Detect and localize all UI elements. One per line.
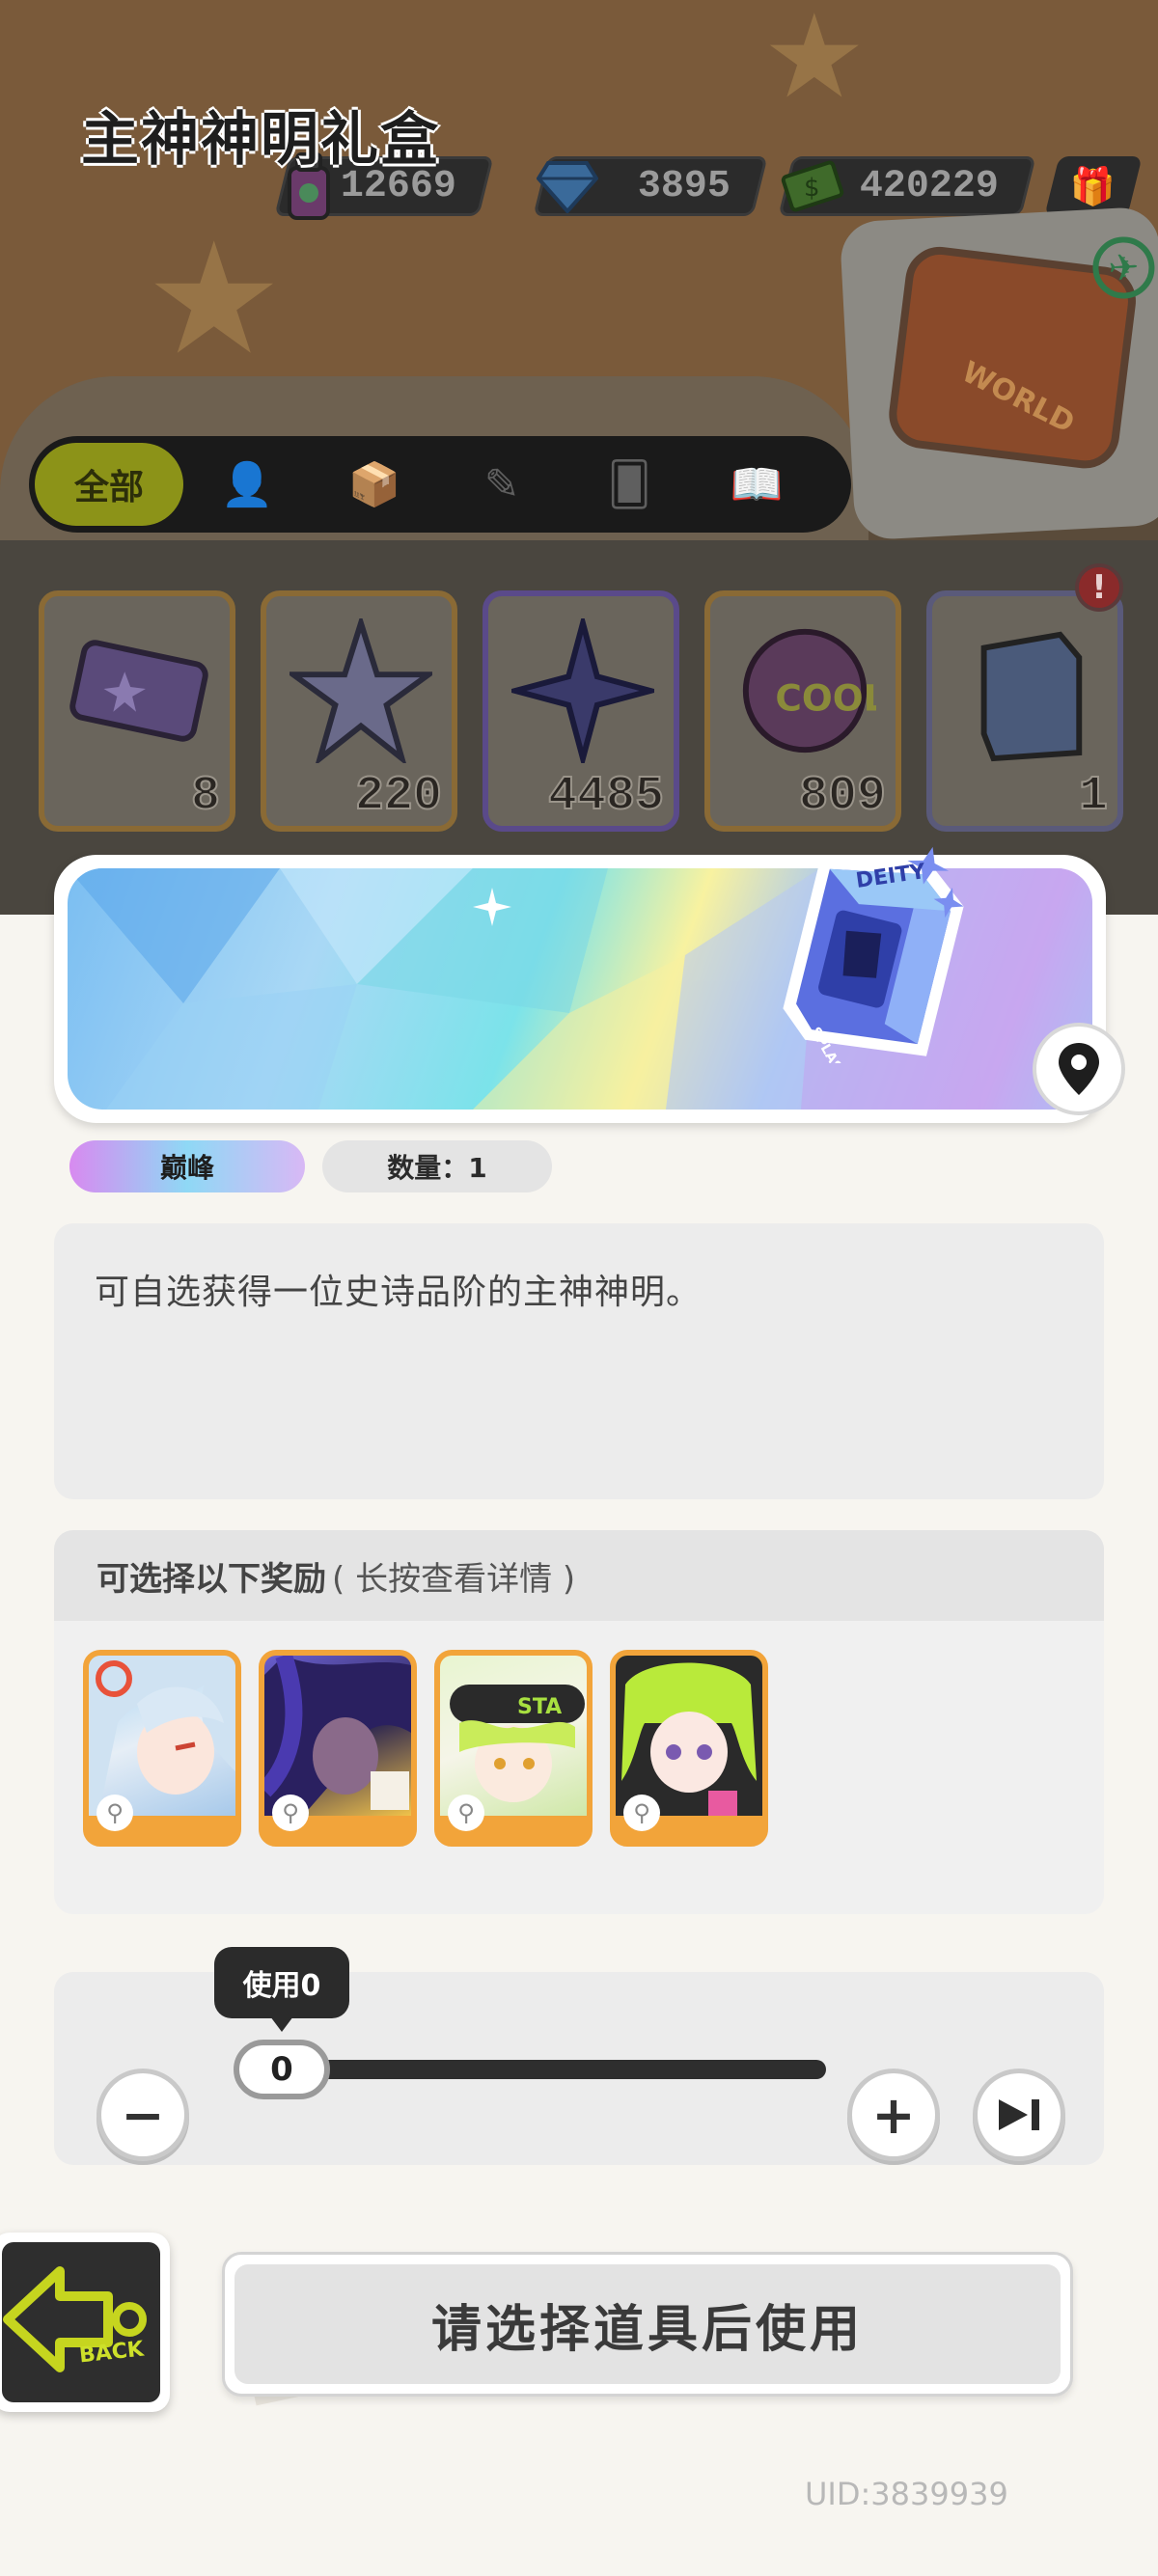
deity-box-icon: [955, 619, 1098, 762]
quantity-slider-thumb[interactable]: 0: [234, 2040, 330, 2099]
quantity-label: 数量：1: [322, 1140, 552, 1192]
inventory-item-ticket[interactable]: 8: [39, 590, 235, 832]
cool-orb-icon: COOL: [733, 619, 876, 762]
character-portrait: [89, 1656, 235, 1816]
person-icon: 👤: [220, 460, 274, 509]
key-icon: ⚲: [272, 1795, 309, 1831]
plus-icon: +: [871, 2084, 916, 2146]
rarity-badge: 巅峰: [69, 1140, 305, 1192]
reward-option-1[interactable]: ⚲: [83, 1650, 241, 1847]
quantity-slider-track[interactable]: [243, 2060, 826, 2079]
svg-text:$: $: [804, 174, 820, 203]
key-icon: ⚲: [623, 1795, 660, 1831]
svg-text:COOL: COOL: [775, 677, 876, 720]
character-portrait: [264, 1656, 411, 1816]
spray-icon: ✎: [483, 459, 520, 509]
arrow-left-icon: [3, 2266, 147, 2372]
reward-selection-panel: 可选择以下奖励 ( 长按查看详情 ) ⚲ ⚲ STA ⚲ ⚲: [54, 1530, 1104, 1914]
inventory-item-deity-box[interactable]: 1: [926, 590, 1123, 832]
tab-crates[interactable]: 📦: [311, 443, 438, 526]
inventory-item-cool-orb[interactable]: COOL 809: [704, 590, 901, 832]
crate-icon: 📦: [347, 460, 401, 509]
skip-to-end-icon: [999, 2099, 1039, 2130]
diamond-icon: [534, 148, 601, 225]
back-button-art: BACK: [2, 2242, 160, 2402]
minus-icon: −: [121, 2084, 165, 2146]
notification-badge: !: [1075, 563, 1123, 612]
reward-header: 可选择以下奖励 ( 长按查看详情 ): [54, 1530, 1104, 1621]
category-tabs: 全部 👤 📦 ✎ 🂠 📖: [29, 436, 851, 533]
reward-option-4[interactable]: ⚲: [610, 1650, 768, 1847]
character-portrait: [616, 1656, 762, 1816]
key-icon: ⚲: [96, 1795, 133, 1831]
shop-button[interactable]: 🎁: [1044, 156, 1143, 216]
key-icon: ⚲: [448, 1795, 484, 1831]
location-pin-icon: [1059, 1043, 1099, 1095]
item-title: 主神神明礼盒: [81, 106, 440, 174]
back-button[interactable]: BACK: [0, 2233, 170, 2412]
use-count-tooltip: 使用0: [214, 1947, 349, 2032]
increase-button[interactable]: +: [847, 2069, 940, 2161]
rainbow-star-icon: [290, 618, 432, 763]
world-event-card[interactable]: WORLD ✈: [839, 206, 1158, 541]
character-portrait: STA: [440, 1656, 587, 1816]
use-item-button[interactable]: 请选择道具后使用: [222, 2252, 1073, 2397]
tab-characters[interactable]: 👤: [183, 443, 311, 526]
item-description-box: 可自选获得一位史诗品阶的主神神明。: [54, 1223, 1104, 1499]
max-button[interactable]: [973, 2069, 1065, 2161]
use-item-label: 请选择道具后使用: [234, 2264, 1061, 2384]
cards-icon: 🂠: [607, 459, 651, 509]
inventory-item-purple-star[interactable]: 4485: [482, 590, 679, 832]
tab-spray[interactable]: ✎: [438, 443, 565, 526]
tab-cards[interactable]: 🂠: [565, 443, 693, 526]
cash-icon: $: [779, 148, 846, 225]
reward-title: 可选择以下奖励: [96, 1559, 326, 1599]
gift-box-icon: 🎁: [1070, 164, 1117, 207]
use-quantity-panel: − 0 +: [54, 1972, 1104, 2165]
currency-diamond[interactable]: 3895: [533, 156, 768, 216]
star-decoration: ★: [762, 0, 867, 124]
currency-cash[interactable]: $ 420229: [778, 156, 1036, 216]
svg-text:STA: STA: [517, 1695, 562, 1719]
reward-option-2[interactable]: ⚲: [259, 1650, 417, 1847]
deity-gift-box-image: DEITY SPLASH: [764, 812, 984, 1084]
purple-star-icon: [511, 618, 654, 763]
inventory-item-rainbow-star[interactable]: 220: [261, 590, 457, 832]
tab-books[interactable]: 📖: [693, 443, 820, 526]
tab-all[interactable]: 全部: [35, 443, 183, 526]
star-decoration: ★: [145, 208, 284, 389]
locate-button[interactable]: [1033, 1023, 1125, 1115]
ticket-icon: [68, 619, 210, 762]
user-id: UID:3839939: [805, 2476, 1008, 2512]
decrease-button[interactable]: −: [96, 2069, 189, 2161]
book-icon: 📖: [730, 460, 784, 509]
reward-hint: ( 长按查看详情 ): [332, 1559, 576, 1599]
reward-option-3[interactable]: STA ⚲: [434, 1650, 593, 1847]
item-description: 可自选获得一位史诗品阶的主神神明。: [95, 1273, 703, 1312]
sparkle-icon: [473, 888, 511, 926]
